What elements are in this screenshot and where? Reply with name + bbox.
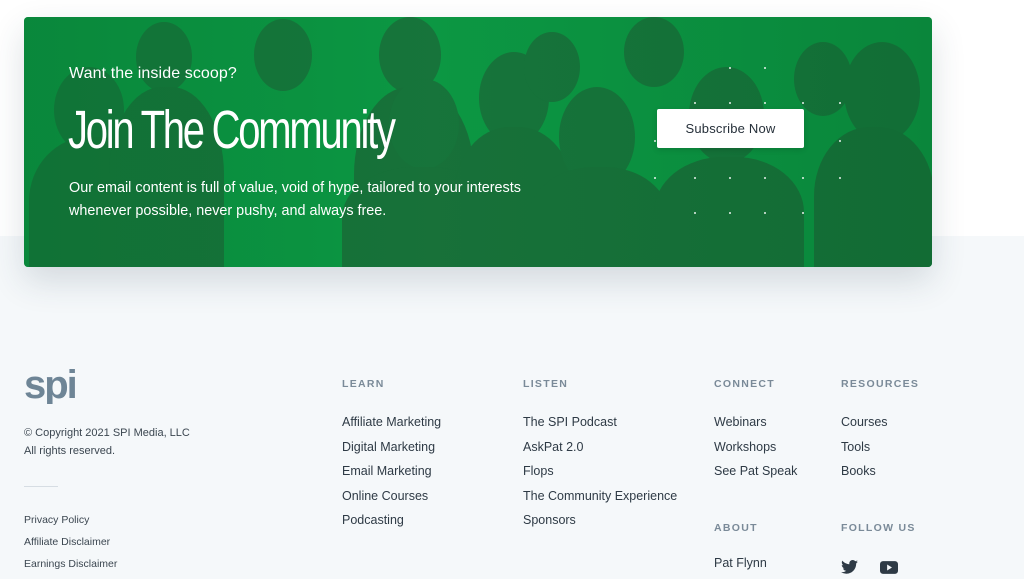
footer-link-webinars[interactable]: Webinars bbox=[714, 415, 797, 440]
footer-link-workshops[interactable]: Workshops bbox=[714, 440, 797, 465]
banner-description: Our email content is full of value, void… bbox=[69, 180, 521, 219]
legal-links: Privacy Policy Affiliate Disclaimer Earn… bbox=[24, 514, 117, 580]
footer-link-books[interactable]: Books bbox=[841, 464, 888, 489]
footer-link-courses[interactable]: Courses bbox=[841, 415, 888, 440]
listen-links: The SPI Podcast AskPat 2.0 Flops The Com… bbox=[523, 415, 677, 538]
connect-links: Webinars Workshops See Pat Speak bbox=[714, 415, 797, 489]
youtube-icon[interactable] bbox=[880, 561, 899, 579]
resources-links: Courses Tools Books bbox=[841, 415, 888, 489]
footer-link-email-marketing[interactable]: Email Marketing bbox=[342, 464, 441, 489]
footer-link-digital-marketing[interactable]: Digital Marketing bbox=[342, 440, 441, 465]
svg-text:spi: spi bbox=[24, 363, 76, 404]
footer-link-sponsors[interactable]: Sponsors bbox=[523, 513, 677, 538]
banner-headline: Join The Community bbox=[68, 100, 396, 160]
learn-links: Affiliate Marketing Digital Marketing Em… bbox=[342, 415, 441, 538]
twitter-icon[interactable] bbox=[841, 560, 858, 579]
footer-link-tools[interactable]: Tools bbox=[841, 440, 888, 465]
follow-us-heading: FOLLOW US bbox=[841, 522, 916, 534]
social-links bbox=[841, 560, 916, 579]
privacy-policy-link[interactable]: Privacy Policy bbox=[24, 514, 117, 536]
footer-link-pat-flynn[interactable]: Pat Flynn bbox=[714, 556, 767, 581]
footer-link-spi-podcast[interactable]: The SPI Podcast bbox=[523, 415, 677, 440]
earnings-disclaimer-link[interactable]: Earnings Disclaimer bbox=[24, 558, 117, 580]
footer-link-online-courses[interactable]: Online Courses bbox=[342, 489, 441, 514]
affiliate-disclaimer-link[interactable]: Affiliate Disclaimer bbox=[24, 536, 117, 558]
about-links: Pat Flynn bbox=[714, 556, 767, 581]
banner-kicker: Want the inside scoop? bbox=[69, 65, 237, 82]
footer-divider bbox=[24, 486, 58, 487]
footer-link-podcasting[interactable]: Podcasting bbox=[342, 513, 441, 538]
newsletter-banner: Want the inside scoop? Join The Communit… bbox=[24, 17, 932, 267]
footer-link-affiliate-marketing[interactable]: Affiliate Marketing bbox=[342, 415, 441, 440]
spi-logo[interactable]: spi spi bbox=[24, 358, 82, 404]
footer-link-see-pat-speak[interactable]: See Pat Speak bbox=[714, 464, 797, 489]
listen-heading: LISTEN bbox=[523, 378, 569, 390]
copyright-notice: © Copyright 2021 SPI Media, LLC All righ… bbox=[24, 427, 190, 457]
subscribe-button[interactable]: Subscribe Now bbox=[657, 109, 804, 148]
footer-link-flops[interactable]: Flops bbox=[523, 464, 677, 489]
connect-heading: CONNECT bbox=[714, 378, 776, 390]
footer-link-community-experience[interactable]: The Community Experience bbox=[523, 489, 677, 514]
resources-heading: RESOURCES bbox=[841, 378, 920, 390]
footer-link-askpat[interactable]: AskPat 2.0 bbox=[523, 440, 677, 465]
about-heading: ABOUT bbox=[714, 522, 758, 534]
learn-heading: LEARN bbox=[342, 378, 385, 390]
